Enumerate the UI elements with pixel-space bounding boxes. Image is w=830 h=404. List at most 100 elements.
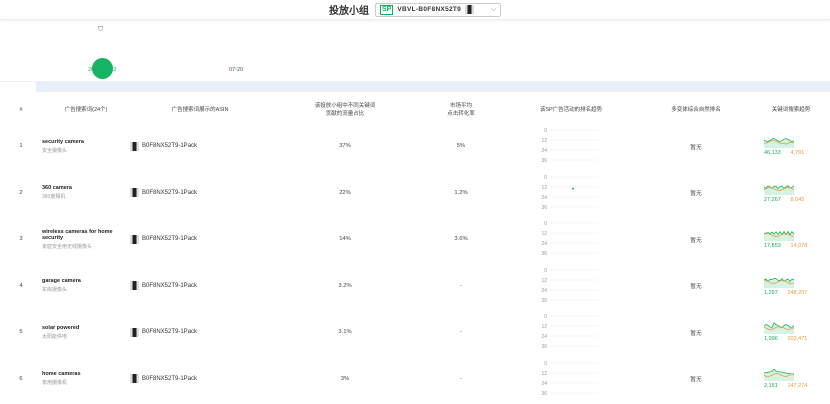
asin[interactable]: B0F8NX52T9-1Pack bbox=[142, 190, 197, 196]
trend-value-right: 203,471 bbox=[787, 336, 808, 343]
conversion-rate: 3.6% bbox=[454, 236, 468, 243]
rank-tick-label: 36 bbox=[541, 391, 547, 397]
rank-tick-label: 12 bbox=[541, 231, 547, 237]
keyword[interactable]: security camera bbox=[42, 139, 130, 145]
keyword-cell: 360 camera 360度相机 bbox=[42, 170, 130, 217]
rank-tick-label: 0 bbox=[544, 361, 547, 367]
search-trend-sparkline bbox=[763, 322, 795, 335]
rank-tick-label: 0 bbox=[544, 128, 547, 134]
trend-value-left: 2,151 bbox=[764, 382, 778, 389]
asin[interactable]: B0F8NX52T9-1Pack bbox=[142, 376, 197, 382]
rank-point[interactable] bbox=[572, 187, 574, 190]
row-index: 4 bbox=[19, 282, 23, 289]
rank-trend-cell: 0 12 24 36 bbox=[502, 356, 640, 403]
trend-area bbox=[764, 323, 794, 335]
conversion-rate: - bbox=[460, 375, 462, 382]
natural-rank: 暂无 bbox=[690, 284, 702, 291]
search-trend-cell: 2,151 147,274 bbox=[752, 356, 830, 403]
trend-value-left: 27,267 bbox=[764, 196, 781, 203]
keyword-translation: 家庭安全用无线摄像头 bbox=[42, 243, 93, 250]
asin-cell: B0F8NX52T9-1Pack bbox=[130, 309, 270, 356]
column-header: 广告搜索词展示的ASIN bbox=[171, 107, 229, 113]
column-header: 广告搜索词(24个) bbox=[64, 107, 108, 113]
asin-cell: B0F8NX52T9-1Pack bbox=[130, 123, 270, 170]
table-row: 3 wireless cameras for home security 家庭安全… bbox=[0, 216, 830, 263]
conversion-rate: 1.2% bbox=[454, 189, 468, 196]
top-bar: 投放小组 SP VBVL-B0F8NX52T9 ⌵ bbox=[0, 0, 830, 20]
keyword-cell: solar powered 太阳能供电 bbox=[42, 309, 130, 356]
product-thumbnail bbox=[130, 281, 139, 291]
natural-rank: 暂无 bbox=[690, 237, 702, 244]
column-header: 该投放小组中不同关键词 贡献的流量占比 bbox=[314, 103, 376, 117]
search-trend-cell: 17,853 14,078 bbox=[752, 216, 830, 263]
trend-value-left: 17,853 bbox=[764, 243, 781, 250]
rank-tick-label: 0 bbox=[544, 221, 547, 227]
trend-value-right: 14,078 bbox=[790, 243, 808, 250]
rank-tick-label: 12 bbox=[541, 324, 547, 330]
keyword[interactable]: wireless cameras for home security bbox=[42, 229, 130, 241]
rank-tick-label: 12 bbox=[541, 138, 547, 144]
rank-tick-label: 12 bbox=[541, 371, 547, 377]
natural-rank: 暂无 bbox=[690, 191, 702, 198]
rank-trend-chart: 0 12 24 36 bbox=[541, 221, 599, 257]
keyword[interactable]: solar powered bbox=[42, 325, 130, 331]
row-index: 6 bbox=[19, 375, 23, 382]
traffic-share: 37% bbox=[339, 143, 351, 150]
column-header: 市场平均 点击转化率 bbox=[447, 103, 475, 117]
keyword[interactable]: garage camera bbox=[42, 278, 130, 284]
conversion-rate: 5% bbox=[456, 143, 466, 150]
rank-tick-label: 24 bbox=[541, 241, 547, 247]
table-row: 4 garage camera 车库摄像头 B0F8NX52T9-1Pack 3.… bbox=[0, 263, 830, 310]
sp-badge: SP bbox=[380, 4, 394, 15]
rank-tick-label: 0 bbox=[544, 268, 547, 274]
timeline: ⛉ bbox=[0, 20, 830, 82]
product-thumbnail bbox=[130, 141, 139, 151]
horizontal-scrollbar[interactable] bbox=[36, 82, 830, 92]
asin[interactable]: B0F8NX52T9-1Pack bbox=[142, 143, 197, 149]
asin[interactable]: B0F8NX52T9-1Pack bbox=[142, 329, 197, 335]
search-trend-cell: 1,297 248,207 bbox=[752, 263, 830, 310]
trend-value-right: 8,045 bbox=[790, 196, 805, 203]
rank-tick-label: 24 bbox=[541, 334, 547, 340]
rank-tick-label: 24 bbox=[541, 288, 547, 294]
chevron-down-icon: ⌵ bbox=[490, 5, 496, 13]
table-row: 2 360 camera 360度相机 B0F8NX52T9-1Pack 22% … bbox=[0, 170, 830, 217]
trend-value-right: 4,791 bbox=[790, 150, 805, 157]
rank-trend-cell: 0 12 24 36 bbox=[502, 309, 640, 356]
rank-trend-cell: 0 12 24 36 bbox=[502, 123, 640, 170]
natural-rank: 暂无 bbox=[690, 144, 702, 151]
keyword[interactable]: home cameras bbox=[42, 371, 130, 377]
rank-trend-cell: 0 12 24 36 bbox=[502, 170, 640, 217]
table-row: 6 home cameras 家用摄像机 B0F8NX52T9-1Pack 3% … bbox=[0, 356, 830, 403]
keyword[interactable]: 360 camera bbox=[42, 185, 130, 191]
keyword-cell: home cameras 家用摄像机 bbox=[42, 356, 130, 403]
rank-tick-label: 36 bbox=[541, 205, 547, 211]
search-trend-sparkline bbox=[763, 367, 795, 381]
rank-tick-label: 24 bbox=[541, 381, 547, 387]
asin-cell: B0F8NX52T9-1Pack bbox=[130, 216, 270, 263]
rank-trend-cell: 0 12 24 36 bbox=[502, 263, 640, 310]
keyword-translation: 360度相机 bbox=[42, 194, 66, 201]
traffic-share: 3.1% bbox=[338, 329, 352, 336]
traffic-share: 22% bbox=[339, 189, 351, 196]
flag-icon[interactable]: ⛉ bbox=[98, 26, 103, 34]
rank-tick-label: 12 bbox=[541, 278, 547, 284]
trend-value-right: 147,274 bbox=[787, 382, 808, 389]
rank-tick-label: 12 bbox=[541, 185, 547, 191]
group-select[interactable]: SP VBVL-B0F8NX52T9 ⌵ bbox=[375, 2, 501, 17]
search-trend-sparkline bbox=[763, 184, 795, 195]
product-thumbnail bbox=[130, 374, 139, 384]
keyword-table: # 广告搜索词(24个) 广告搜索词展示的ASIN 该投放小组中不同关键词 贡献的流量… bbox=[0, 97, 830, 402]
product-thumbnail bbox=[130, 234, 139, 244]
column-header: 该SP广告活动的排名趋势 bbox=[539, 107, 603, 113]
search-trend-sparkline bbox=[763, 277, 795, 288]
rank-trend-chart: 0 12 24 36 bbox=[541, 268, 599, 304]
keyword-translation: 家用摄像机 bbox=[42, 380, 68, 387]
conversion-rate: - bbox=[460, 329, 462, 336]
asin[interactable]: B0F8NX52T9-1Pack bbox=[142, 236, 197, 242]
search-trend-cell: 27,267 8,045 bbox=[752, 170, 830, 217]
rank-tick-label: 0 bbox=[544, 175, 547, 181]
conversion-rate: - bbox=[460, 282, 462, 289]
asin[interactable]: B0F8NX52T9-1Pack bbox=[142, 283, 197, 289]
asin-cell: B0F8NX52T9-1Pack bbox=[130, 170, 270, 217]
